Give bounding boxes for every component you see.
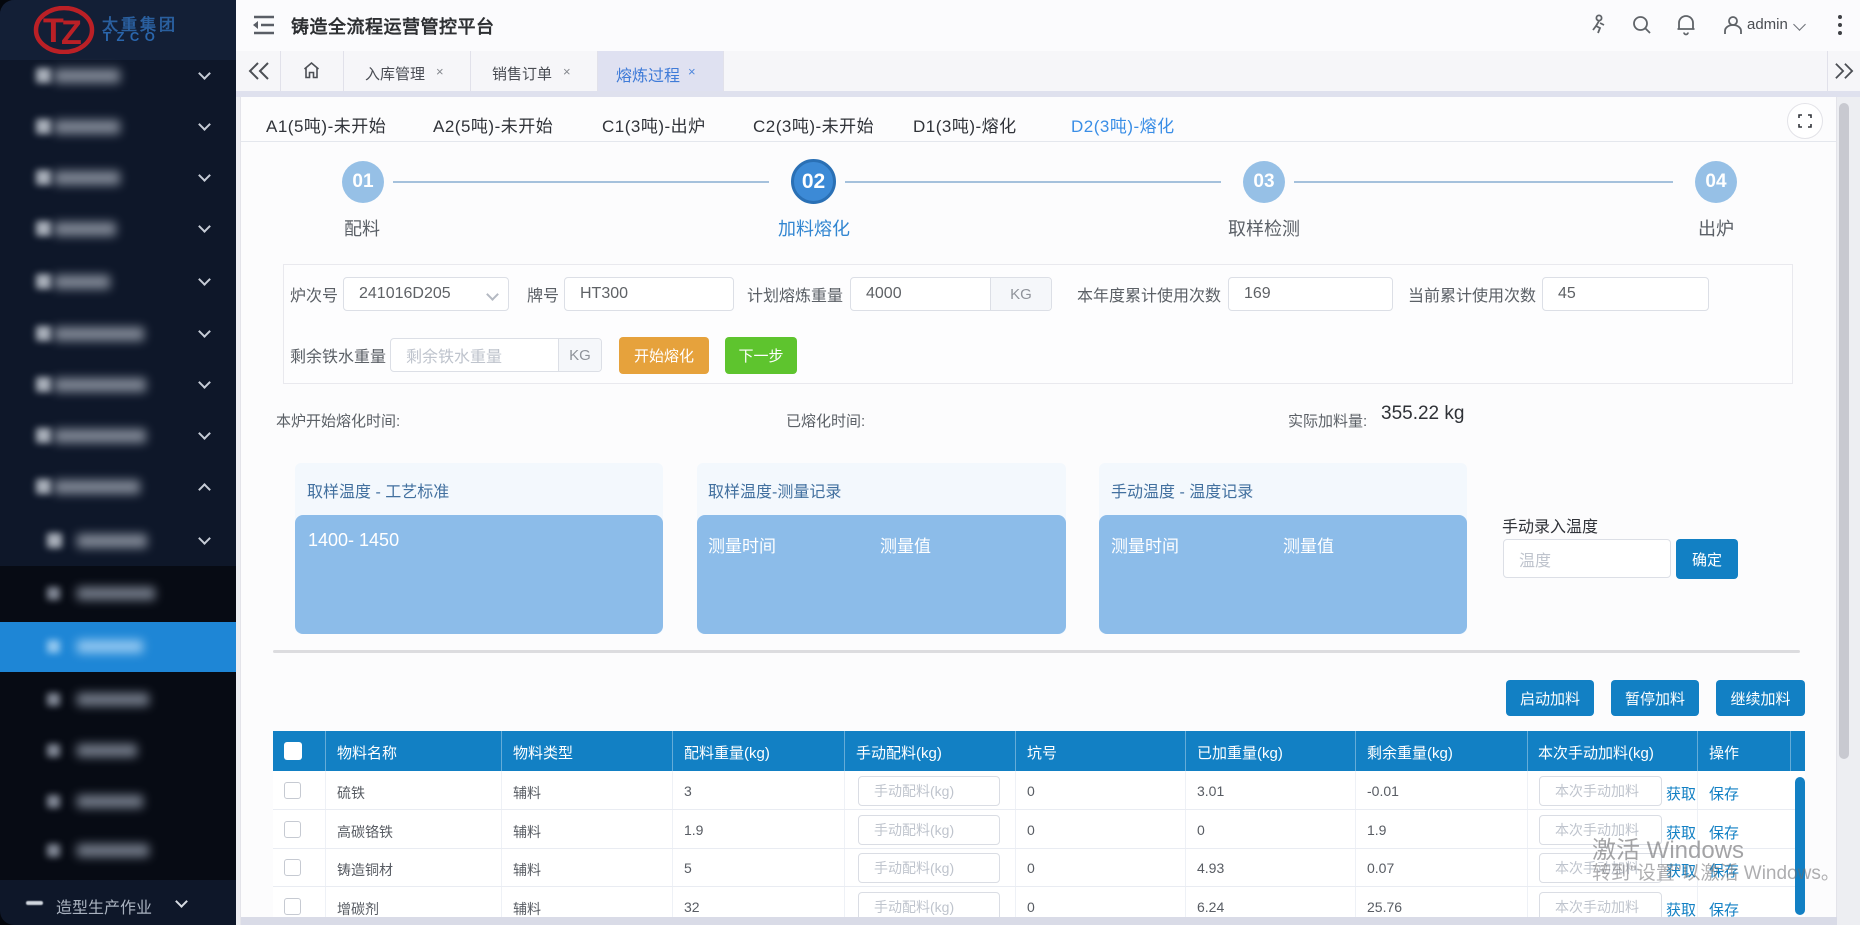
- svg-text:Z: Z: [61, 14, 82, 52]
